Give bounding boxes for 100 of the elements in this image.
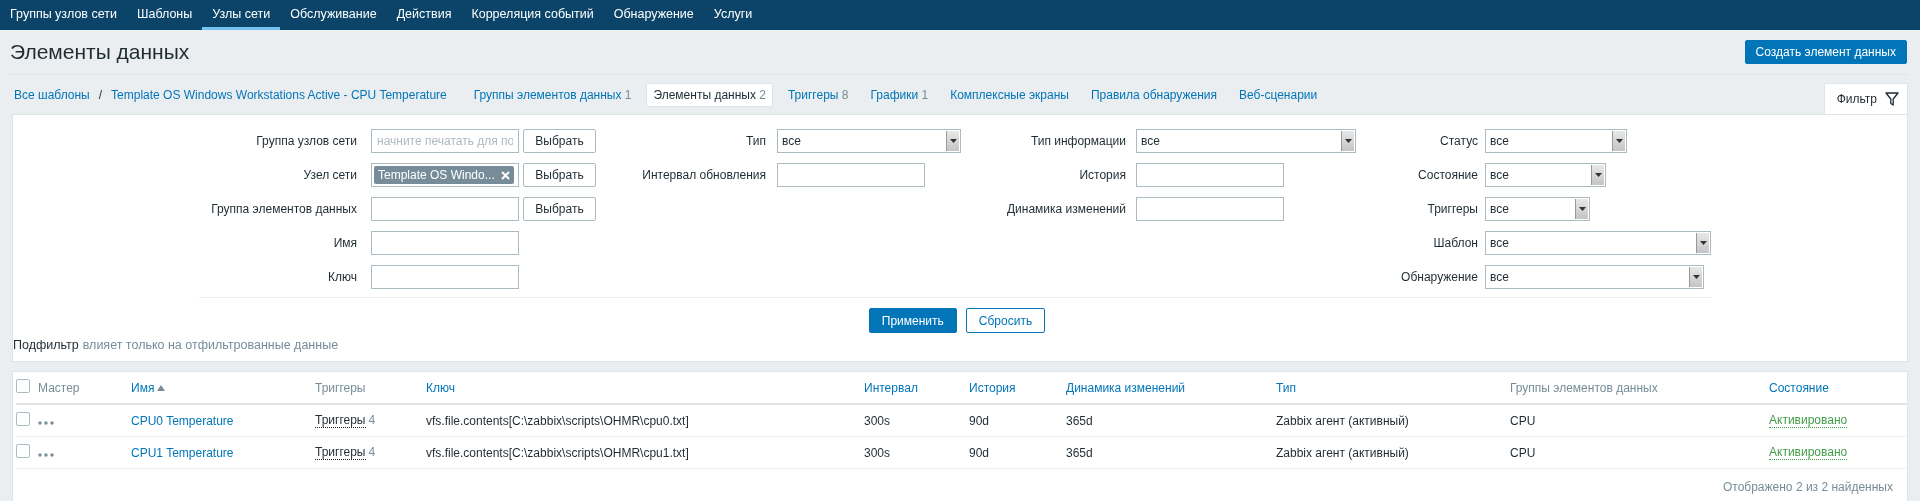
nav-item[interactable]: Услуги [703,0,763,30]
input-field[interactable] [1136,163,1284,187]
field-label: История [1078,168,1126,182]
field-label: Шаблон [1432,236,1478,250]
reset-button[interactable]: Сбросить [965,308,1046,333]
column-header-link[interactable]: Динамика изменений [1066,380,1276,395]
tab[interactable]: Графики 1 [863,82,936,107]
nav-item[interactable]: Группы узлов сети [0,0,127,30]
column-header-link[interactable]: Имя [131,380,315,395]
trigger-count: 4 [368,445,376,459]
tab[interactable]: Веб-сценарии [1232,82,1325,107]
checkbox[interactable] [16,379,30,393]
table-cell-text: vfs.file.contents[C:\zabbix\scripts\OHMR\cpu1.txt] [426,445,690,460]
dropdown[interactable]: все [1485,231,1711,255]
subfilter-title: Подфильтр [13,338,79,352]
field-label: Динамика изменений [1005,202,1126,216]
checkbox[interactable] [16,412,30,426]
column-header: Триггеры [315,380,367,395]
caret-icon [1699,241,1707,245]
caret-icon [1578,207,1586,211]
results-count: Отображено 2 из 2 найденных [1721,479,1894,494]
caret-icon [1692,275,1700,279]
input-field[interactable]: начните печатать для по [371,129,519,153]
item-name-link[interactable]: CPU1 Temperature [131,445,315,460]
caret-icon [1615,139,1623,143]
input-field[interactable] [371,231,519,255]
page-title: Элементы данных [10,40,190,64]
status-link[interactable]: Активировано [1769,445,1848,460]
nav-item[interactable]: Обнаружение [603,0,704,30]
field-label: Обнаружение [1400,270,1478,284]
triggers-link[interactable]: Триггеры [315,413,366,428]
field-label: Статус [1439,134,1478,148]
column-header-link[interactable]: Тип [1276,380,1510,395]
tab[interactable]: Правила обнаружения [1083,82,1225,107]
caret-icon [1594,173,1602,177]
table-cell-text: 90d [969,413,991,428]
nav-item[interactable]: Действия [386,0,462,30]
nav-item[interactable]: Обслуживание [280,0,387,30]
dropdown[interactable]: все [1485,197,1590,221]
remove-icon [500,170,510,180]
dropdown[interactable]: все [1485,129,1627,153]
field-label: Интервал обновления [641,168,766,182]
table-cell-text: CPU [1510,445,1537,460]
input-field[interactable] [371,265,519,289]
filter-tab[interactable]: Фильтр [1823,83,1908,114]
field-label: Триггеры [1426,202,1478,216]
more-dots-icon [38,452,54,457]
tab[interactable]: Триггеры 8 [780,82,856,107]
more-dots-icon [38,420,54,425]
create-item-button[interactable]: Создать элемент данных [1744,40,1907,64]
column-header-link[interactable]: История [969,380,1066,395]
dropdown[interactable]: все [1136,129,1356,153]
dropdown[interactable]: все [1485,163,1606,187]
table-cell-text: 300s [864,413,892,428]
caret-icon [1344,139,1352,143]
filter-tab-label: Фильтр [1836,92,1877,106]
column-header-link[interactable]: Ключ [426,380,864,395]
table-cell-text: 365d [1066,445,1094,460]
dropdown[interactable]: все [1485,265,1704,289]
input-field[interactable] [371,197,519,221]
subfilter-note: влияет только на отфильтрованные данные [82,338,339,352]
column-header: Группы элементов данных [1510,380,1659,395]
field-label: Группа узлов сети [255,134,357,148]
field-label: Тип информации [1029,134,1126,148]
tab[interactable]: Элементы данных 2 [646,82,773,107]
tab[interactable]: Комплексные экраны [943,82,1076,107]
table-cell-text: 90d [969,445,991,460]
nav-item[interactable]: Узлы сети [202,0,281,30]
triggers-link[interactable]: Триггеры [315,445,366,460]
table-cell-text: 300s [864,445,892,460]
select-button[interactable]: Выбрать [523,129,596,153]
table-cell-text: 365d [1066,413,1094,428]
field-label: Тип [745,134,766,148]
nav-item[interactable]: Корреляция событий [461,0,604,30]
table-cell-text: vfs.file.contents[C:\zabbix\scripts\OHMR\cpu0.txt] [426,413,690,428]
select-button[interactable]: Выбрать [523,163,596,187]
table-cell-text: Zabbix агент (активный) [1276,413,1410,428]
tag-label: Template OS Windo... [378,168,495,182]
checkbox[interactable] [16,444,30,458]
field-label: Группа элементов данных [210,202,357,216]
status-link[interactable]: Активировано [1769,413,1848,428]
field-label: Ключ [327,270,357,284]
select-button[interactable]: Выбрать [523,197,596,221]
nav-item[interactable]: Шаблоны [126,0,203,30]
item-name-link[interactable]: CPU0 Temperature [131,413,315,428]
apply-button[interactable]: Применить [868,308,957,333]
breadcrumb-link[interactable]: Template OS Windows Workstations Active - CPU Temperature [109,87,449,102]
tab[interactable]: Группы элементов данных 1 [466,82,639,107]
input-field[interactable] [777,163,925,187]
column-header-link[interactable]: Состояние [1769,380,1907,395]
dropdown[interactable]: все [777,129,961,153]
trigger-count: 4 [368,413,376,427]
column-header-link[interactable]: Интервал [864,380,969,395]
multiselect-field[interactable]: Template OS Windo... [371,163,519,187]
caret-icon [949,139,957,143]
funnel-icon [1885,92,1899,106]
input-field[interactable] [1136,197,1284,221]
breadcrumb-link[interactable]: Все шаблоны [12,87,92,102]
column-header: Мастер [38,380,81,395]
tag-chip[interactable]: Template OS Windo... [374,166,514,184]
